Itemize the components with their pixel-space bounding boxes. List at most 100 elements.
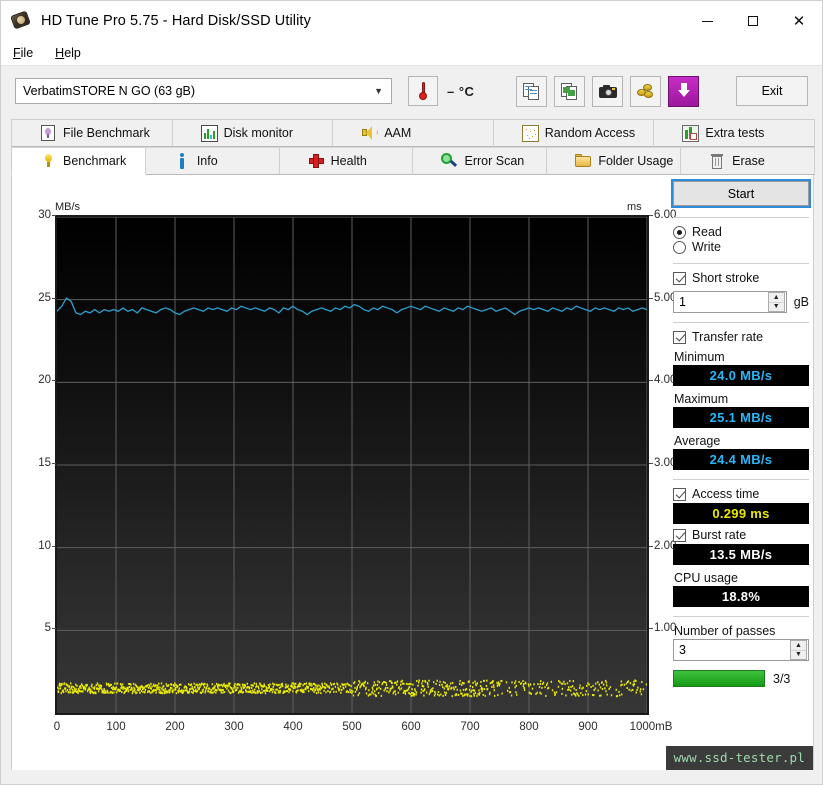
hard-disk-icon bbox=[10, 10, 33, 32]
maximum-value: 25.1 MB/s bbox=[673, 407, 809, 428]
info-icon bbox=[174, 152, 191, 170]
checkbox-transfer-rate-label: Transfer rate bbox=[692, 330, 764, 344]
copy-to-clipboard-button[interactable] bbox=[516, 75, 548, 107]
chart-x-tick: 500 bbox=[342, 721, 362, 733]
radio-write-icon bbox=[673, 240, 686, 254]
window-title: HD Tune Pro 5.75 - Hard Disk/SSD Utility bbox=[41, 13, 311, 29]
chart-x-tick: 200 bbox=[165, 721, 185, 733]
chart-x-tick: 100 bbox=[106, 721, 126, 733]
gold-coins-button[interactable] bbox=[630, 75, 662, 107]
copy-image-button[interactable] bbox=[554, 75, 586, 107]
drive-select[interactable]: VerbatimSTORE N GO (63 gB) ▼ bbox=[15, 78, 392, 104]
temperature-button[interactable] bbox=[408, 76, 438, 106]
maximum-label: Maximum bbox=[674, 392, 729, 406]
chart-left-tick: 10 bbox=[17, 540, 56, 552]
tab-random-access[interactable]: Random Access bbox=[492, 119, 655, 147]
checkbox-burst-rate[interactable]: Burst rate bbox=[673, 528, 809, 542]
chart-x-tick: 900 bbox=[578, 721, 598, 733]
screenshot-button[interactable] bbox=[592, 75, 624, 107]
close-button[interactable]: ✕ bbox=[776, 1, 822, 41]
menu-file[interactable]: File bbox=[3, 44, 43, 62]
tab-health[interactable]: Health bbox=[278, 147, 414, 175]
checkbox-access-time-label: Access time bbox=[692, 487, 760, 501]
tab-strip: File Benchmark Disk monitor AAM Random A… bbox=[11, 119, 815, 175]
status-bar bbox=[1, 770, 822, 784]
burst-rate-value: 13.5 MB/s bbox=[673, 544, 809, 565]
exit-button[interactable]: Exit bbox=[736, 76, 808, 106]
tab-disk-monitor[interactable]: Disk monitor bbox=[171, 119, 334, 147]
tab-disk-monitor-label: Disk monitor bbox=[223, 126, 294, 140]
menu-help[interactable]: Help bbox=[45, 44, 91, 62]
radio-read[interactable]: Read bbox=[673, 225, 809, 239]
chart-x-tick: 1000mB bbox=[629, 721, 673, 733]
copy-image-icon bbox=[561, 82, 578, 100]
drive-select-value: VerbatimSTORE N GO (63 gB) bbox=[23, 84, 196, 98]
chart-left-tick: 15 bbox=[17, 457, 56, 469]
copy-to-clipboard-icon bbox=[523, 82, 540, 100]
start-button[interactable]: Start bbox=[671, 179, 811, 208]
tab-benchmark[interactable]: Benchmark bbox=[11, 147, 146, 175]
minimize-button[interactable] bbox=[684, 1, 730, 41]
tab-error-scan-label: Error Scan bbox=[464, 154, 525, 168]
checkbox-transfer-rate-icon bbox=[673, 330, 686, 344]
tab-folder-usage[interactable]: Folder Usage bbox=[546, 147, 682, 175]
minimum-label: Minimum bbox=[674, 350, 725, 364]
tab-error-scan[interactable]: Error Scan bbox=[412, 147, 548, 175]
benchmark-chart: MB/s ms 5 10 15 20 25 30 1.00 2.00 3.00 4.00 5.00… bbox=[17, 179, 676, 765]
toolbar: VerbatimSTORE N GO (63 gB) ▼ – °C Exit bbox=[1, 67, 822, 115]
control-panel: Start Read Write Short stroke 1 ▲ ▼ gB T… bbox=[671, 179, 811, 761]
average-label: Average bbox=[674, 434, 721, 448]
exit-button-label: Exit bbox=[761, 84, 783, 98]
maximize-button[interactable] bbox=[730, 1, 776, 41]
tab-row-top: File Benchmark Disk monitor AAM Random A… bbox=[11, 119, 815, 147]
tab-info[interactable]: Info bbox=[144, 147, 280, 175]
access-time-value: 0.299 ms bbox=[673, 503, 809, 524]
tab-extra-tests[interactable]: Extra tests bbox=[653, 119, 815, 147]
disk-monitor-icon bbox=[200, 124, 218, 142]
passes-input[interactable]: 3 ▲ ▼ bbox=[673, 639, 809, 661]
checkbox-transfer-rate[interactable]: Transfer rate bbox=[673, 330, 809, 344]
health-cross-icon bbox=[308, 153, 325, 170]
radio-write-label: Write bbox=[692, 240, 721, 254]
checkbox-access-time[interactable]: Access time bbox=[673, 487, 809, 501]
passes-stepper[interactable]: ▲ ▼ bbox=[790, 640, 807, 660]
chart-x-tick: 600 bbox=[401, 721, 421, 733]
hd-tune-pro-window: HD Tune Pro 5.75 - Hard Disk/SSD Utility… bbox=[0, 0, 823, 785]
radio-read-label: Read bbox=[692, 225, 722, 239]
stepper-down-icon[interactable]: ▼ bbox=[769, 303, 784, 312]
screenshot-camera-icon bbox=[598, 84, 617, 98]
tab-erase[interactable]: Erase bbox=[680, 147, 815, 175]
passes-value: 3 bbox=[679, 643, 686, 657]
chart-left-tick: 20 bbox=[17, 374, 56, 386]
stepper-up-icon[interactable]: ▲ bbox=[768, 293, 784, 303]
chart-left-tick: 25 bbox=[17, 292, 56, 304]
short-stroke-size-input[interactable]: 1 ▲ ▼ bbox=[673, 291, 787, 313]
average-value: 24.4 MB/s bbox=[673, 449, 809, 470]
thermometer-icon bbox=[419, 82, 427, 100]
progress-bar bbox=[673, 670, 765, 687]
passes-row: 3 ▲ ▼ bbox=[673, 639, 809, 661]
chart-left-axis-label: MB/s bbox=[55, 201, 81, 213]
divider-1 bbox=[673, 217, 809, 218]
chart-left-tick: 5 bbox=[17, 622, 56, 634]
error-scan-magnifier-icon bbox=[441, 152, 458, 170]
minimum-value: 24.0 MB/s bbox=[673, 365, 809, 386]
tab-file-benchmark-label: File Benchmark bbox=[63, 126, 150, 140]
checkbox-short-stroke[interactable]: Short stroke bbox=[673, 271, 809, 285]
tab-aam[interactable]: AAM bbox=[332, 119, 494, 147]
erase-trash-icon bbox=[709, 153, 726, 170]
window-buttons: ✕ bbox=[684, 1, 822, 41]
radio-write[interactable]: Write bbox=[673, 240, 809, 254]
passes-stepper-down-icon[interactable]: ▼ bbox=[791, 651, 806, 660]
cpu-usage-value: 18.8% bbox=[673, 586, 809, 607]
tab-file-benchmark[interactable]: File Benchmark bbox=[11, 119, 173, 147]
divider-2 bbox=[673, 263, 809, 264]
tab-info-label: Info bbox=[196, 154, 218, 168]
download-button[interactable] bbox=[668, 75, 700, 107]
chart-x-tick: 700 bbox=[460, 721, 480, 733]
chart-x-tick: 0 bbox=[53, 721, 61, 733]
short-stroke-stepper[interactable]: ▲ ▼ bbox=[767, 292, 785, 312]
passes-stepper-up-icon[interactable]: ▲ bbox=[791, 641, 806, 651]
chart-x-tick: 800 bbox=[519, 721, 539, 733]
divider-3 bbox=[673, 322, 809, 323]
